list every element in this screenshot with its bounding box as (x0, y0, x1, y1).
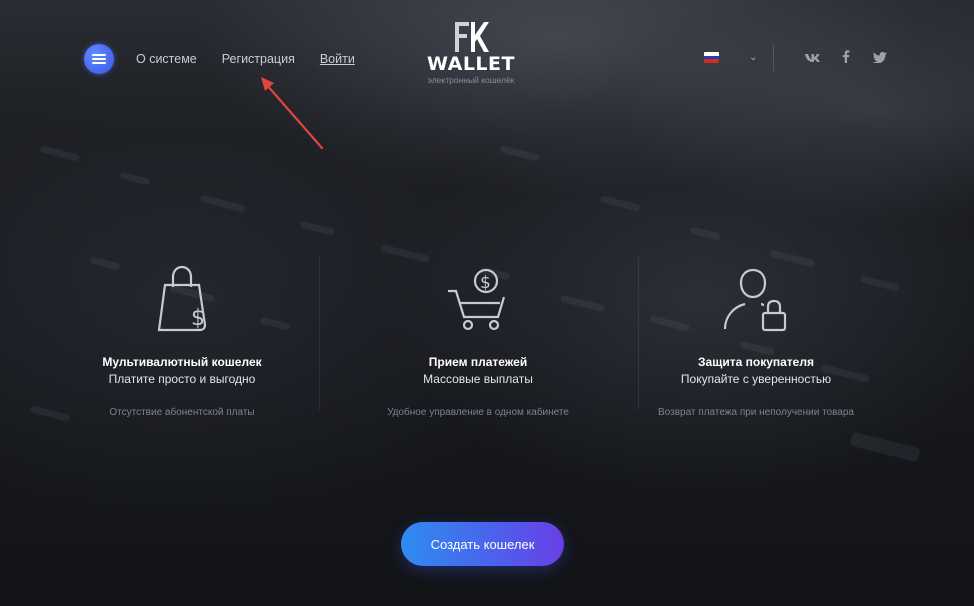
nav-link-login[interactable]: Войти (320, 52, 355, 66)
nav-link-about[interactable]: О системе (136, 52, 197, 66)
chevron-down-icon: ⌄ (749, 52, 758, 63)
nav-link-register[interactable]: Регистрация (222, 52, 295, 66)
feature-description: Возврат платежа при неполучении товара (658, 407, 854, 418)
feature-payments: $ Прием платежей Массовые выплаты Удобно… (318, 255, 638, 418)
feature-title: Мультивалютный кошелек (102, 355, 262, 369)
feature-description: Отсутствие абонентской платы (109, 407, 255, 418)
twitter-icon[interactable] (863, 51, 897, 66)
feature-title: Защита покупателя (698, 355, 814, 369)
svg-text:$: $ (191, 306, 205, 331)
feature-multicurrency: $ Мультивалютный кошелек Платите просто … (22, 255, 342, 418)
user-lock-icon (596, 255, 916, 333)
logo-tagline: электронный кошелёк (427, 75, 515, 85)
cart-dollar-icon: $ (318, 255, 638, 333)
facebook-icon[interactable] (829, 50, 863, 66)
fk-logo-icon (455, 22, 489, 52)
logo-name: WALLET (427, 53, 515, 75)
feature-title: Прием платежей (428, 355, 528, 369)
feature-subtitle: Платите просто и выгодно (108, 372, 256, 386)
menu-button[interactable] (84, 44, 114, 74)
top-nav: О системе Регистрация Войти (136, 52, 380, 66)
social-links (795, 50, 897, 66)
vk-icon[interactable] (795, 51, 829, 66)
feature-subtitle: Массовые выплаты (423, 372, 533, 386)
feature-description: Удобное управление в одном кабинете (387, 407, 569, 418)
create-wallet-button[interactable]: Создать кошелек (401, 522, 564, 566)
header-divider (773, 45, 774, 71)
feature-buyer-protection: Защита покупателя Покупайте с уверенност… (596, 255, 916, 418)
annotation-arrow (261, 77, 324, 150)
landing-page: О системе Регистрация Войти WALLET элект… (0, 0, 974, 606)
hamburger-icon (92, 54, 106, 64)
feature-subtitle: Покупайте с уверенностью (680, 372, 832, 386)
svg-text:$: $ (480, 273, 491, 293)
logo[interactable]: WALLET электронный кошелёк (416, 20, 526, 85)
russia-flag-icon (704, 52, 719, 63)
language-selector[interactable]: ⌄ (704, 52, 757, 63)
shopping-bag-dollar-icon: $ (22, 255, 342, 333)
